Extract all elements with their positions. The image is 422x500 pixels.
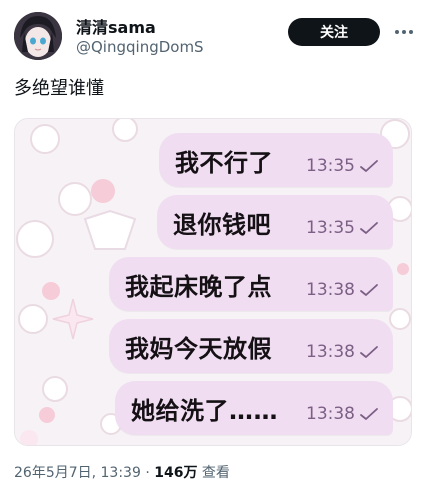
view-label: 查看: [201, 465, 230, 481]
check-icon: [359, 159, 379, 173]
check-icon: [359, 283, 379, 297]
chat-message-text: 退你钱吧: [173, 210, 271, 239]
more-icon[interactable]: [392, 18, 416, 46]
chat-message-text: 我妈今天放假: [125, 334, 272, 363]
chat-message-text: 我起床晚了点: [125, 272, 272, 301]
chat-message-time: 13:35: [306, 218, 355, 238]
chat-message-meta: 13:38: [306, 404, 379, 424]
post-date[interactable]: 26年5月7日, 13:39: [14, 465, 141, 481]
check-icon: [359, 345, 379, 359]
post-image[interactable]: 我不行了 13:35 退你钱吧 13:35 我起床晚了点 13:38 我妈今天放假 13:38…: [14, 118, 412, 446]
post-text: 多绝望谁懂: [14, 78, 104, 99]
chat-bubble: 我不行了 13:35: [159, 133, 393, 187]
chat-message-text: 她给洗了……: [131, 396, 278, 425]
post-meta: 26年5月7日, 13:39 · 146万 查看: [14, 462, 230, 482]
view-count: 146万: [154, 465, 198, 481]
chat-bubble: 退你钱吧 13:35: [157, 195, 393, 249]
chat-message-meta: 13:38: [306, 342, 379, 362]
check-icon: [359, 221, 379, 235]
chat-message-time: 13:38: [306, 280, 355, 300]
meta-separator: ·: [145, 465, 150, 481]
avatar[interactable]: [14, 12, 62, 60]
chat-message-meta: 13:38: [306, 280, 379, 300]
chat-bubble: 她给洗了…… 13:38: [115, 381, 393, 435]
author-display-name[interactable]: 清清sama: [76, 14, 156, 38]
follow-button[interactable]: 关注: [288, 18, 380, 46]
chat-bubble: 我起床晚了点 13:38: [109, 257, 393, 311]
chat-bubble: 我妈今天放假 13:38: [109, 319, 393, 373]
chat-message-meta: 13:35: [306, 156, 379, 176]
check-icon: [359, 407, 379, 421]
chat-message-text: 我不行了: [175, 148, 273, 177]
chat-message-time: 13:38: [306, 404, 355, 424]
author-handle[interactable]: @QingqingDomS: [76, 38, 204, 56]
chat-message-time: 13:35: [306, 156, 355, 176]
chat-message-meta: 13:35: [306, 218, 379, 238]
chat-message-time: 13:38: [306, 342, 355, 362]
